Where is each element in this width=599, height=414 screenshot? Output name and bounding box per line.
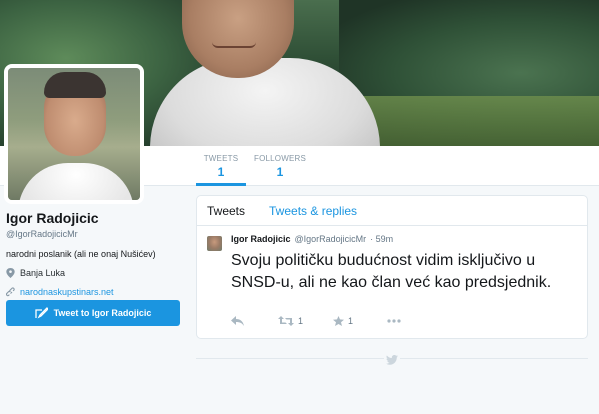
profile-card: Igor Radojicic @IgorRadojicicMr narodni … (6, 210, 186, 297)
tab-tweets[interactable]: Tweets (207, 204, 245, 218)
tweet-author-name[interactable]: Igor Radojicic (231, 234, 291, 244)
profile-avatar[interactable] (4, 64, 144, 204)
followers-stat-label: FOLLOWERS (254, 154, 307, 163)
compose-icon (34, 307, 48, 319)
reply-button[interactable] (231, 316, 244, 326)
like-count: 1 (348, 316, 354, 326)
twitter-bird-icon (384, 352, 400, 365)
retweet-icon (278, 316, 294, 326)
tweet-timestamp[interactable]: · 59m (370, 234, 393, 244)
reply-icon (231, 316, 244, 326)
retweet-count: 1 (298, 316, 304, 326)
tweets-stat-label: TWEETS (203, 154, 239, 163)
website-link[interactable]: narodnaskupstinars.net (20, 287, 114, 297)
location-pin-icon (6, 268, 15, 278)
tweets-stat-count: 1 (217, 165, 225, 179)
tweet-item[interactable]: Igor Radojicic @IgorRadojicicMr · 59m Sv… (197, 226, 587, 294)
more-dots-icon (387, 319, 401, 323)
timeline-tabs: Tweets Tweets & replies (197, 196, 587, 226)
tweet-avatar[interactable] (207, 236, 222, 251)
link-icon (6, 287, 15, 297)
followers-stat[interactable]: FOLLOWERS 1 (254, 154, 306, 179)
more-button[interactable] (387, 319, 401, 323)
profile-bio: narodni poslanik (ali ne onaj Nušićev) (6, 249, 156, 259)
profile-name[interactable]: Igor Radojicic (6, 210, 186, 226)
tweets-stat[interactable]: TWEETS 1 (196, 154, 246, 186)
profile-handle[interactable]: @IgorRadojicicMr (6, 229, 186, 239)
tweet-to-label: Tweet to Igor Radojicic (53, 308, 152, 318)
tab-tweets-replies[interactable]: Tweets & replies (269, 204, 357, 218)
timeline-panel: Tweets Tweets & replies Igor Radojicic @… (196, 195, 588, 339)
tweet-actions: 1 1 (231, 316, 401, 326)
retweet-button[interactable]: 1 (278, 316, 303, 326)
tweet-to-button[interactable]: Tweet to Igor Radojicic (6, 300, 180, 326)
tweet-text: Svoju političku budućnost vidim isključi… (231, 252, 552, 291)
profile-website[interactable]: narodnaskupstinars.net (6, 287, 186, 297)
tweet-header: Igor Radojicic @IgorRadojicicMr · 59m (231, 234, 577, 244)
followers-stat-count: 1 (276, 165, 284, 179)
star-icon (333, 316, 345, 326)
profile-location: Banja Luka (6, 268, 186, 278)
like-button[interactable]: 1 (333, 316, 353, 326)
location-text: Banja Luka (20, 268, 66, 278)
tweet-author-handle[interactable]: @IgorRadojicicMr (295, 234, 367, 244)
